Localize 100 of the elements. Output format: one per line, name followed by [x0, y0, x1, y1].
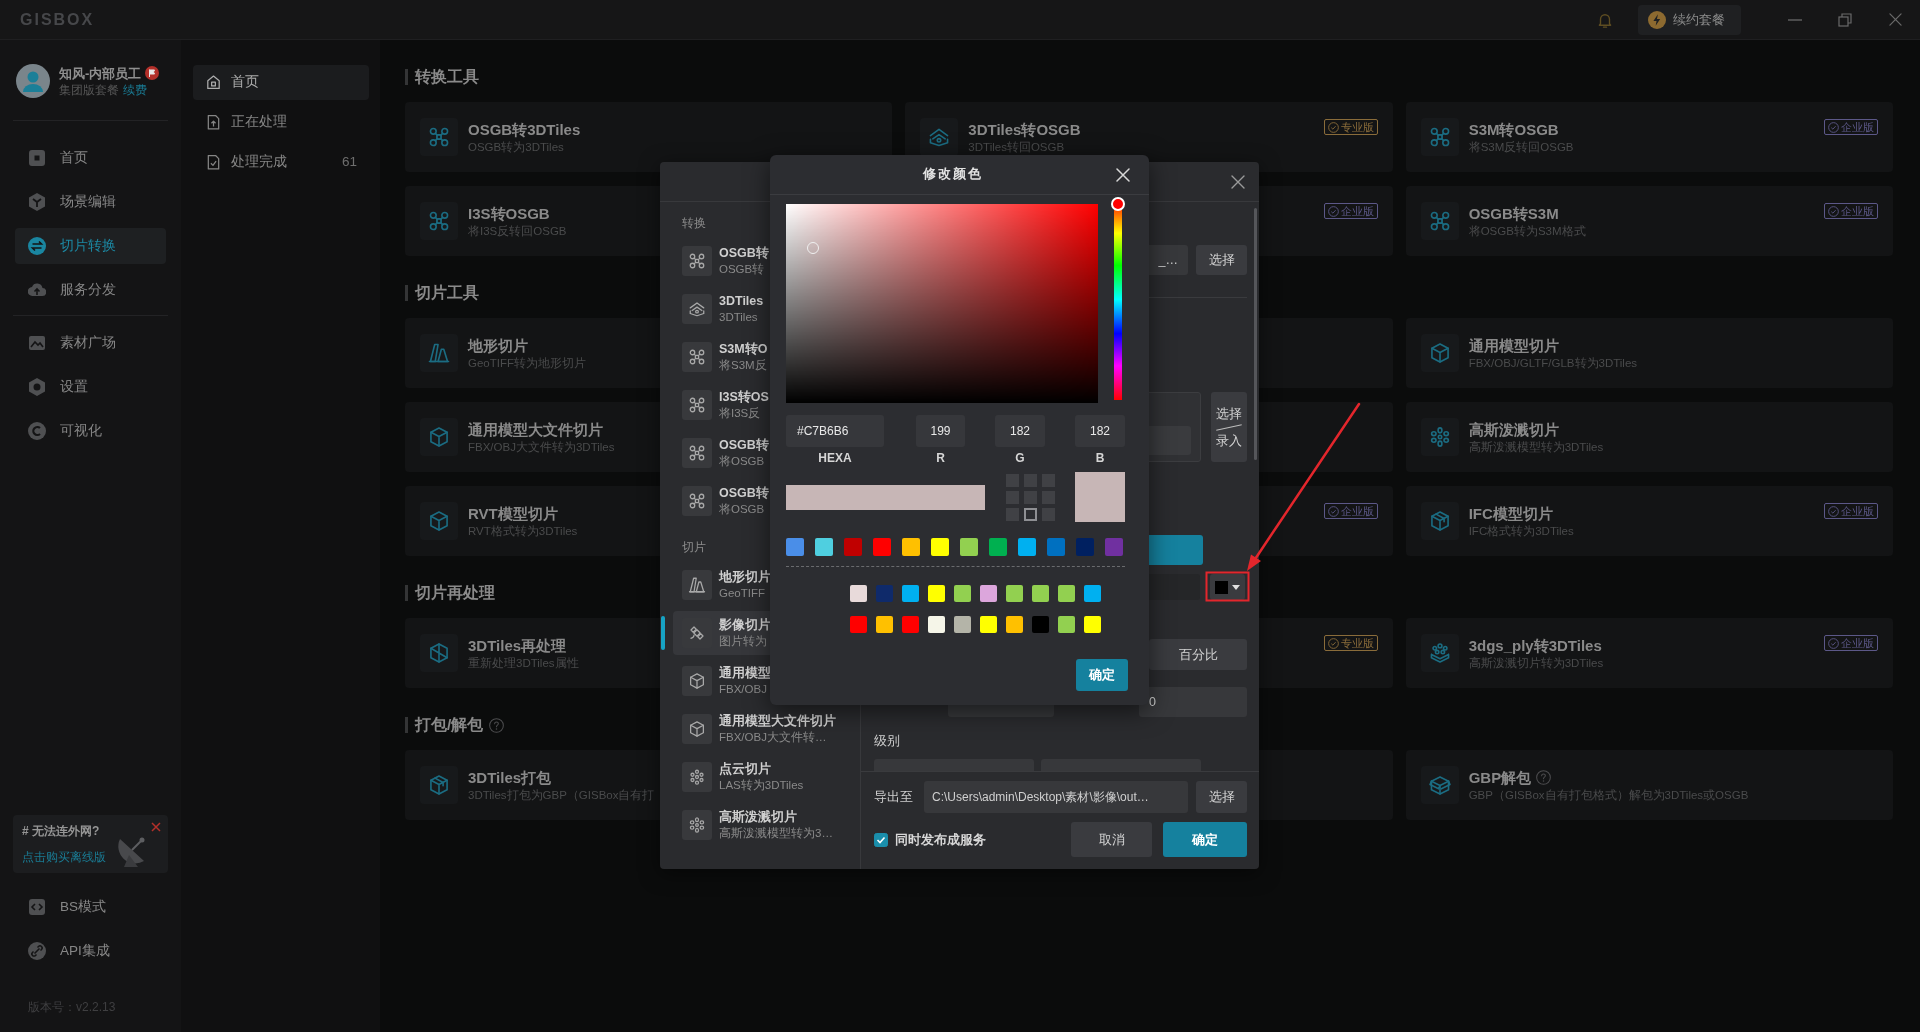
color-swatch[interactable] [1006, 585, 1023, 602]
color-button[interactable] [1210, 574, 1245, 600]
hue-thumb[interactable] [1111, 196, 1126, 211]
color-swatch[interactable] [928, 585, 945, 602]
channel-field[interactable]: 199 [916, 415, 965, 447]
drone-icon [682, 246, 712, 276]
color-swatch[interactable] [1058, 616, 1075, 633]
item-subtitle: 高斯泼溅模型转为3… [719, 826, 833, 841]
edition-label: 企业版 [1841, 120, 1874, 134]
color-area[interactable] [786, 204, 1099, 403]
select-button[interactable]: 选择 [1196, 781, 1247, 813]
color-swatch[interactable] [1047, 538, 1065, 556]
nav-item[interactable]: 场景编辑 [15, 184, 166, 220]
confirm-button[interactable]: 确定 [1163, 822, 1247, 857]
channel-field[interactable]: 182 [1075, 415, 1125, 447]
color-swatch[interactable] [980, 585, 997, 602]
percent-button[interactable]: 百分比 [1149, 639, 1247, 670]
color-swatch[interactable] [850, 585, 867, 602]
grid-cell[interactable] [1024, 507, 1037, 521]
file-check-icon [206, 155, 221, 170]
subnav-item[interactable]: 首页 [193, 65, 369, 100]
scrollbar[interactable] [1254, 208, 1257, 460]
mountain-icon [420, 334, 458, 372]
color-swatch[interactable] [1032, 585, 1049, 602]
color-swatch[interactable] [1032, 616, 1049, 633]
path-field[interactable]: C:\Users\admin\Desktop\素材\影像\out… [924, 781, 1188, 813]
item-count: 61 [341, 153, 357, 172]
color-swatch[interactable] [850, 616, 867, 633]
nav-item[interactable]: BS模式 [15, 889, 166, 925]
color-swatch[interactable] [960, 538, 978, 556]
nav-item[interactable]: 可视化 [15, 413, 166, 449]
color-swatch[interactable] [931, 538, 949, 556]
color-swatch[interactable] [876, 616, 893, 633]
item-title: S3M转O [719, 341, 768, 357]
code-icon [28, 898, 46, 916]
cube-icon [420, 418, 458, 456]
card-title: 3DTiles打包 [468, 767, 552, 787]
nav-item[interactable]: 切片转换 [15, 228, 166, 264]
task-item[interactable]: 地形切片 GeoTIFF [673, 563, 857, 607]
edition-label: 专业版 [1340, 120, 1374, 134]
subnav-item[interactable]: 正在处理 [193, 105, 369, 140]
hue-slider[interactable] [1111, 196, 1125, 403]
color-swatch[interactable] [1084, 585, 1101, 602]
section-title: 切片再处理 [405, 585, 495, 601]
color-swatch[interactable] [928, 616, 945, 633]
help-icon[interactable] [1536, 769, 1552, 785]
color-swatch[interactable] [902, 538, 920, 556]
color-swatch[interactable] [786, 538, 804, 556]
renew-link[interactable]: 续费 [123, 81, 147, 98]
color-swatch[interactable] [954, 616, 971, 633]
color-swatch[interactable] [902, 616, 919, 633]
hex-field[interactable]: #C7B6B6 [786, 415, 884, 447]
task-item[interactable]: 通用模型大文件切片 FBX/OBJ大文件转… [673, 707, 857, 751]
item-subtitle: GeoTIFF [719, 586, 766, 601]
hex-label: HEXA [818, 450, 852, 466]
select-input-button[interactable]: 选择 录入 [1211, 392, 1247, 462]
item-subtitle: OSGB转 [719, 262, 766, 277]
checkbox[interactable] [874, 832, 888, 847]
color-swatch[interactable] [1084, 616, 1101, 633]
color-swatch[interactable] [1058, 585, 1075, 602]
item-title: 点云切片 [719, 761, 772, 777]
drone-icon [682, 342, 712, 372]
renew-button[interactable]: 续约套餐 [1638, 4, 1741, 35]
confirm-button[interactable]: 确定 [1076, 659, 1128, 691]
nav-item[interactable]: API集成 [15, 933, 166, 969]
color-swatch[interactable] [844, 538, 862, 556]
task-item[interactable]: 点云切片 LAS转为3DTiles [673, 755, 857, 799]
cancel-button[interactable]: 取消 [1071, 822, 1152, 857]
color-swatch[interactable] [1076, 538, 1094, 556]
purchase-link[interactable]: 点击购买离线版 [22, 849, 106, 865]
color-swatch[interactable] [1006, 616, 1023, 633]
color-swatch[interactable] [815, 538, 833, 556]
nav-item[interactable]: 设置 [15, 369, 166, 405]
channel-field[interactable]: 182 [995, 415, 1045, 447]
color-swatch[interactable] [902, 585, 919, 602]
color-swatch[interactable] [980, 616, 997, 633]
input-field[interactable]: 0 [1139, 687, 1247, 717]
group-label: 切片 [682, 539, 706, 555]
selection-bar [661, 616, 665, 650]
color-swatch[interactable] [989, 538, 1007, 556]
close-icon[interactable] [151, 822, 161, 832]
color-swatch[interactable] [954, 585, 971, 602]
subnav-item[interactable]: 处理完成 61 [193, 145, 369, 180]
nav-item[interactable]: 首页 [15, 140, 166, 176]
item-title: 3DTiles [719, 293, 764, 309]
help-icon[interactable] [489, 717, 505, 733]
task-item[interactable]: S3M转O 将S3M反 [673, 335, 857, 379]
color-swatch[interactable] [1018, 538, 1036, 556]
check-circle-icon [1828, 205, 1839, 217]
color-swatch[interactable] [1105, 538, 1123, 556]
color-swatch[interactable] [873, 538, 891, 556]
nav-item[interactable]: 服务分发 [15, 272, 166, 308]
nav-item[interactable]: 素材广场 [15, 325, 166, 361]
promo-title: # 无法连外网? [22, 823, 101, 839]
item-subtitle: 将I3S反 [719, 406, 762, 421]
drone-icon [420, 202, 458, 240]
card-title: IFC模型切片 [1468, 503, 1553, 523]
select-button[interactable]: 选择 [1196, 245, 1247, 275]
color-swatch[interactable] [876, 585, 893, 602]
swap-icon [28, 237, 46, 255]
